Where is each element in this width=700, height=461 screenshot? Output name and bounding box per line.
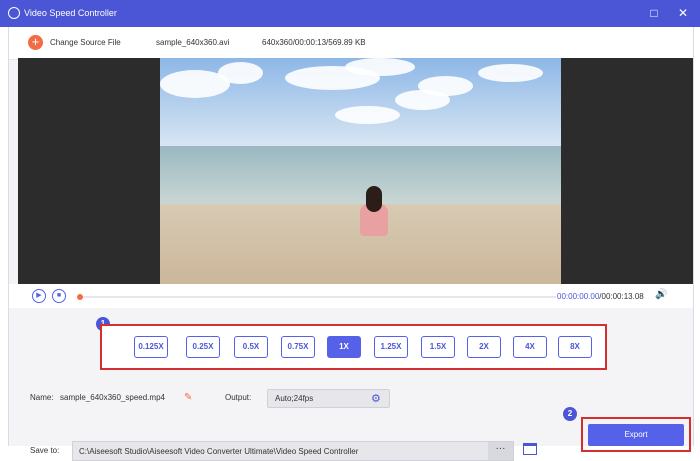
browse-button[interactable]: ··· [488,442,513,460]
speed-8x-button[interactable]: 8X [558,336,592,358]
time-display: 00:00:00.00/00:00:13.08 [557,292,644,301]
edit-name-icon[interactable]: ✎ [184,393,194,403]
source-toolbar: + Change Source File sample_640x360.avi … [9,27,693,60]
export-highlight: Export [581,417,691,452]
beach-person [360,186,388,238]
total-time: /00:00:13.08 [599,292,644,301]
add-icon[interactable]: + [28,35,43,50]
name-value: sample_640x360_speed.mp4 [60,393,165,402]
speed-0-125x-button[interactable]: 0.125X [134,336,168,358]
maximize-icon[interactable]: □ [646,5,662,21]
speed-0-25x-button[interactable]: 0.25X [186,336,220,358]
source-filename: sample_640x360.avi [156,38,230,47]
save-path-value: C:\Aiseesoft Studio\Aiseesoft Video Conv… [79,447,359,456]
speed-0-75x-button[interactable]: 0.75X [281,336,315,358]
speed-selector: 0.125X 0.25X 0.5X 0.75X 1X 1.25X 1.5X 2X… [100,324,607,370]
save-to-label: Save to: [30,446,60,455]
progress-bar[interactable] [79,296,556,298]
change-source-button[interactable]: Change Source File [50,38,121,47]
save-path-field[interactable]: C:\Aiseesoft Studio\Aiseesoft Video Conv… [72,441,514,461]
name-label: Name: [30,393,54,402]
output-label: Output: [225,393,252,402]
export-button[interactable]: Export [588,424,684,446]
play-icon[interactable]: ▶ [32,289,46,303]
stop-icon[interactable]: ■ [52,289,66,303]
close-icon[interactable]: ✕ [675,5,691,21]
volume-icon[interactable]: 🔊 [655,289,667,301]
output-format-field[interactable]: Auto;24fps ⚙ [267,389,390,408]
player-controls: ▶ ■ 00:00:00.00/00:00:13.08 🔊 [9,284,693,308]
step-two-badge: 2 [563,407,577,421]
app-icon [8,7,20,19]
source-file-info: 640x360/00:00:13/569.89 KB [262,38,366,47]
speed-2x-button[interactable]: 2X [467,336,501,358]
speed-1x-button[interactable]: 1X [327,336,361,358]
main-panel: + Change Source File sample_640x360.avi … [8,27,694,461]
speed-1-5x-button[interactable]: 1.5X [421,336,455,358]
speed-4x-button[interactable]: 4X [513,336,547,358]
gear-icon[interactable]: ⚙ [371,393,383,405]
folder-icon[interactable] [523,443,537,455]
video-frame [160,58,561,284]
window-title: Video Speed Controller [24,8,117,18]
title-bar: Video Speed Controller □ ✕ [0,0,700,27]
output-format-value: Auto;24fps [275,394,314,403]
video-preview [18,58,693,284]
speed-1-25x-button[interactable]: 1.25X [374,336,408,358]
current-time: 00:00:00.00 [557,292,600,301]
progress-handle[interactable] [77,294,83,300]
speed-0-5x-button[interactable]: 0.5X [234,336,268,358]
